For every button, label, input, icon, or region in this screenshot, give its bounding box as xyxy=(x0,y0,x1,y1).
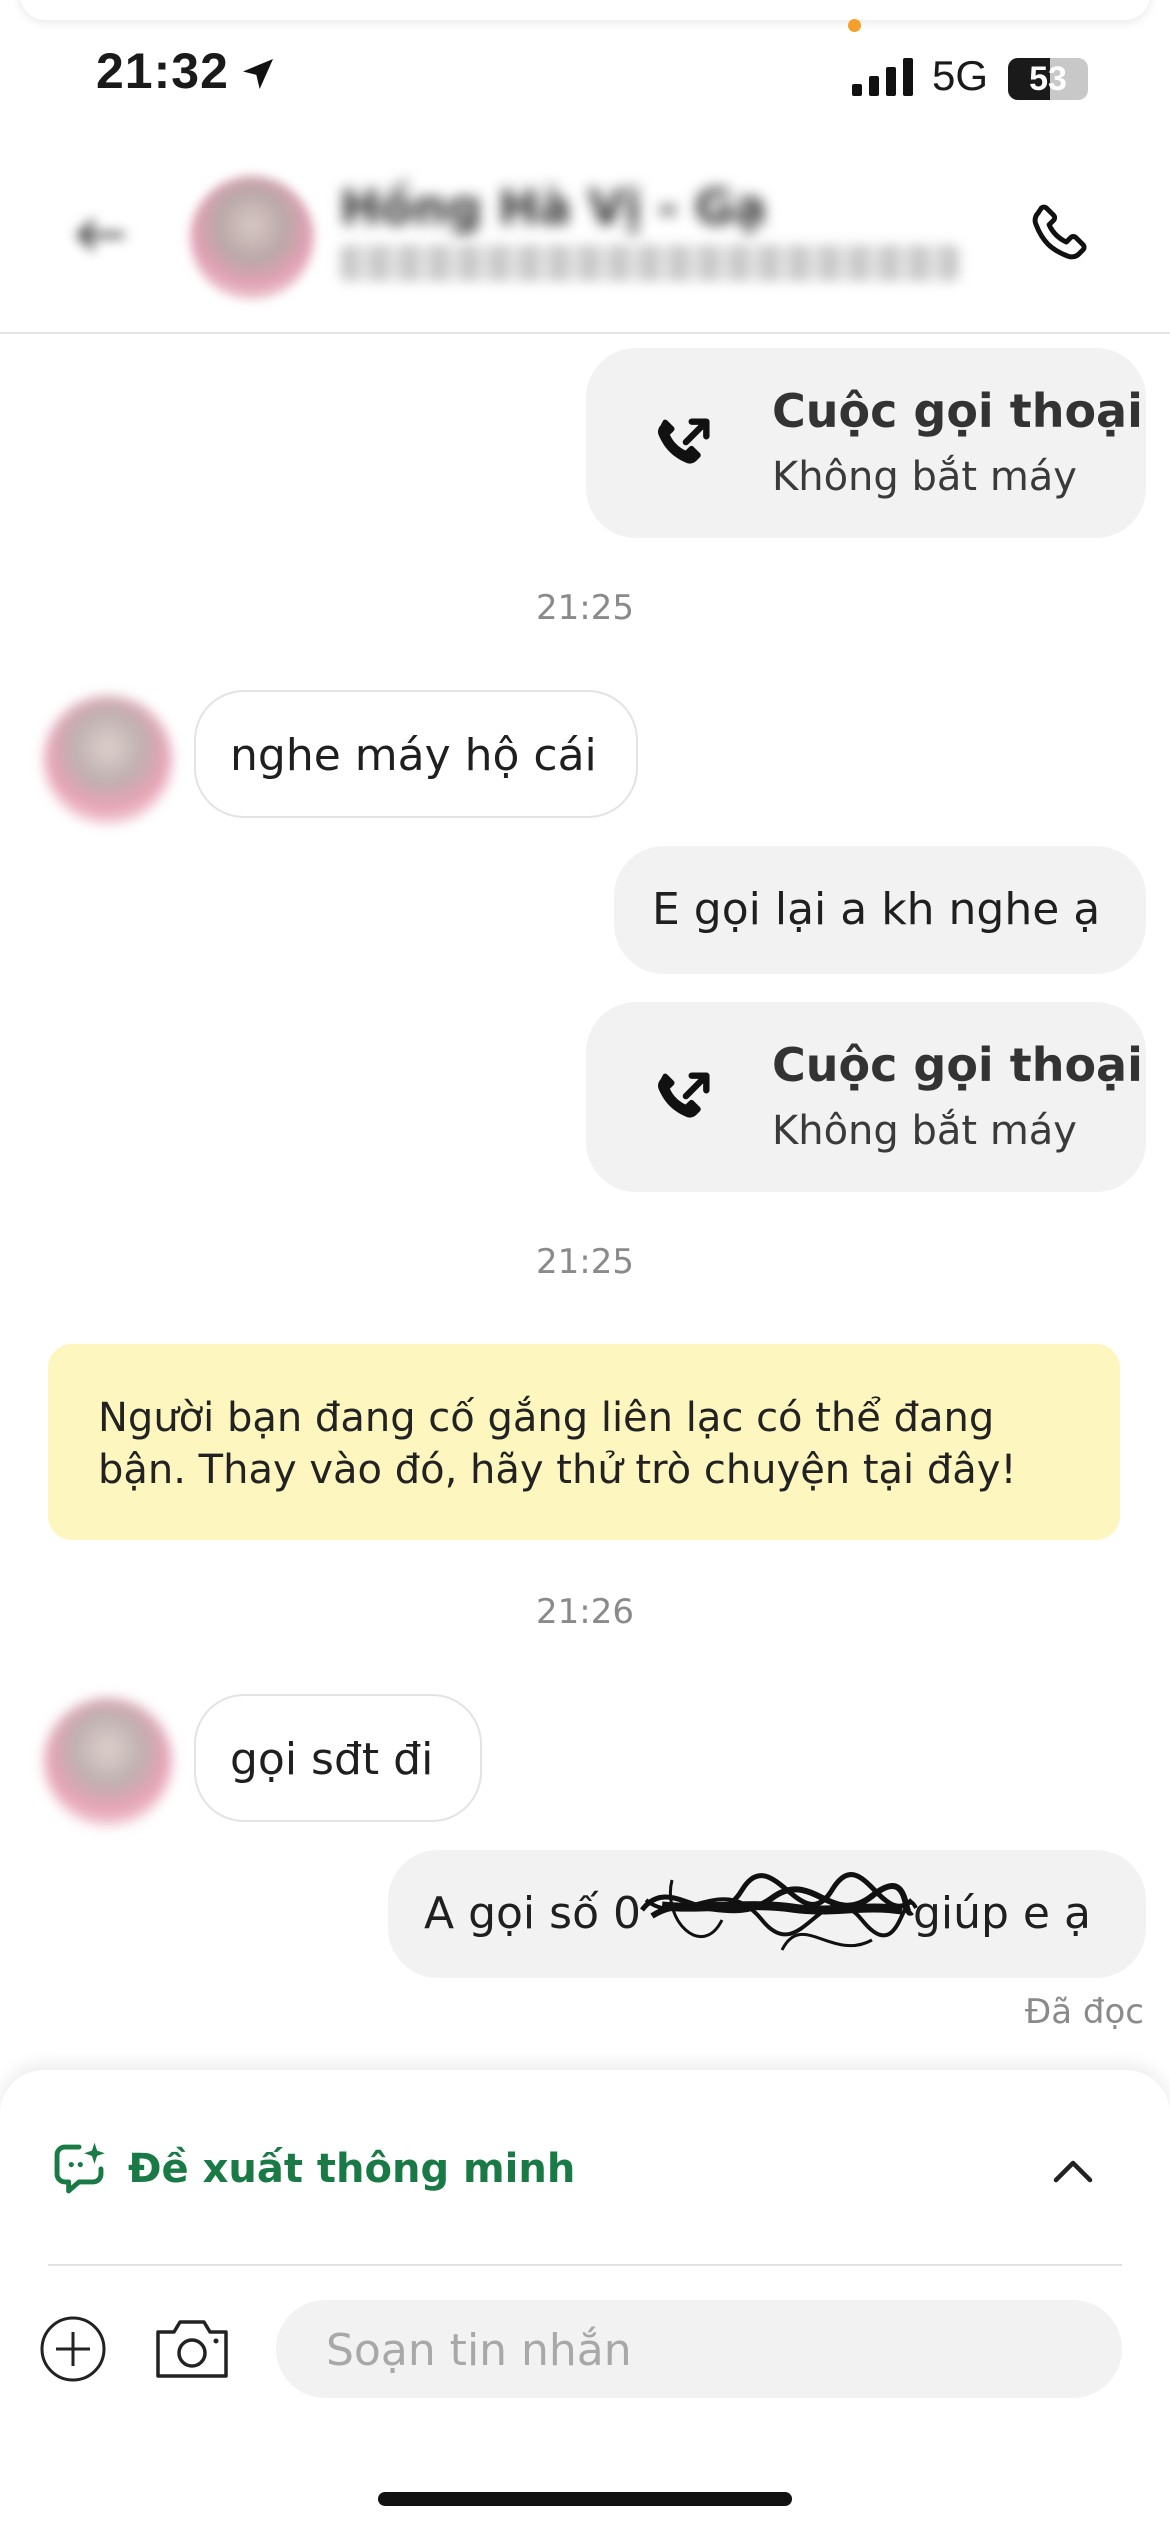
outgoing-message-bubble[interactable]: E gọi lại a kh nghe ạ xyxy=(614,846,1146,974)
home-indicator[interactable] xyxy=(378,2492,792,2506)
incoming-message-bubble[interactable]: gọi sđt đi xyxy=(194,1694,482,1822)
battery-level: 53 xyxy=(1029,60,1067,98)
call-title: Cuộc gọi thoại xyxy=(772,1038,1143,1092)
camera-icon[interactable] xyxy=(152,2316,232,2382)
message-timestamp: 21:25 xyxy=(536,1242,634,1282)
contact-avatar[interactable] xyxy=(190,176,314,300)
outgoing-call-icon xyxy=(658,1072,710,1118)
composer-divider xyxy=(48,2264,1122,2266)
sender-avatar[interactable] xyxy=(44,696,172,824)
message-timestamp: 21:26 xyxy=(536,1592,634,1632)
status-time: 21:32 xyxy=(96,43,229,99)
smart-suggest-label[interactable]: Đề xuất thông minh xyxy=(128,2146,575,2192)
busy-notice-banner: Người bạn đang cố gắng liên lạc có thể đ… xyxy=(48,1344,1120,1540)
call-status: Không bắt máy xyxy=(772,454,1077,500)
sparkle-chat-icon[interactable] xyxy=(48,2138,110,2200)
incoming-message-bubble[interactable]: nghe máy hộ cái xyxy=(194,690,638,818)
busy-notice-text: Người bạn đang cố gắng liên lạc có thể đ… xyxy=(98,1395,1017,1493)
scribble-redaction-icon xyxy=(640,1872,918,1951)
battery-indicator: 53 xyxy=(1008,58,1088,100)
message-text-before-number: A gọi số 0 xyxy=(424,1888,641,1939)
chevron-up-icon[interactable] xyxy=(1050,2150,1096,2190)
signal-icon xyxy=(852,58,913,96)
contact-name[interactable]: Hồng Hà Vị - Gạ xyxy=(340,180,766,236)
contact-status-line xyxy=(340,245,960,281)
chat-header xyxy=(0,140,1170,334)
voice-call-card[interactable]: Cuộc gọi thoại Không bắt máy xyxy=(586,348,1146,538)
voice-call-card[interactable]: Cuộc gọi thoại Không bắt máy xyxy=(586,1002,1146,1192)
back-arrow-icon[interactable] xyxy=(72,215,128,255)
plus-circle-icon[interactable] xyxy=(38,2314,108,2384)
call-title: Cuộc gọi thoại xyxy=(772,384,1143,438)
privacy-indicator-dot xyxy=(848,19,861,32)
phone-icon[interactable] xyxy=(1022,200,1092,270)
message-compose-box[interactable] xyxy=(276,2300,1122,2400)
message-text-after-number: giúp e ạ xyxy=(898,1888,1091,1939)
message-input[interactable] xyxy=(324,2300,1088,2400)
location-arrow-icon xyxy=(243,59,273,89)
outgoing-call-icon xyxy=(658,418,710,464)
read-status: Đã đọc xyxy=(1024,1992,1144,2032)
call-status: Không bắt máy xyxy=(772,1108,1077,1154)
network-type: 5G xyxy=(932,52,989,99)
top-notch-strip xyxy=(0,0,1170,28)
message-timestamp: 21:25 xyxy=(536,588,634,628)
sender-avatar[interactable] xyxy=(44,1698,172,1826)
